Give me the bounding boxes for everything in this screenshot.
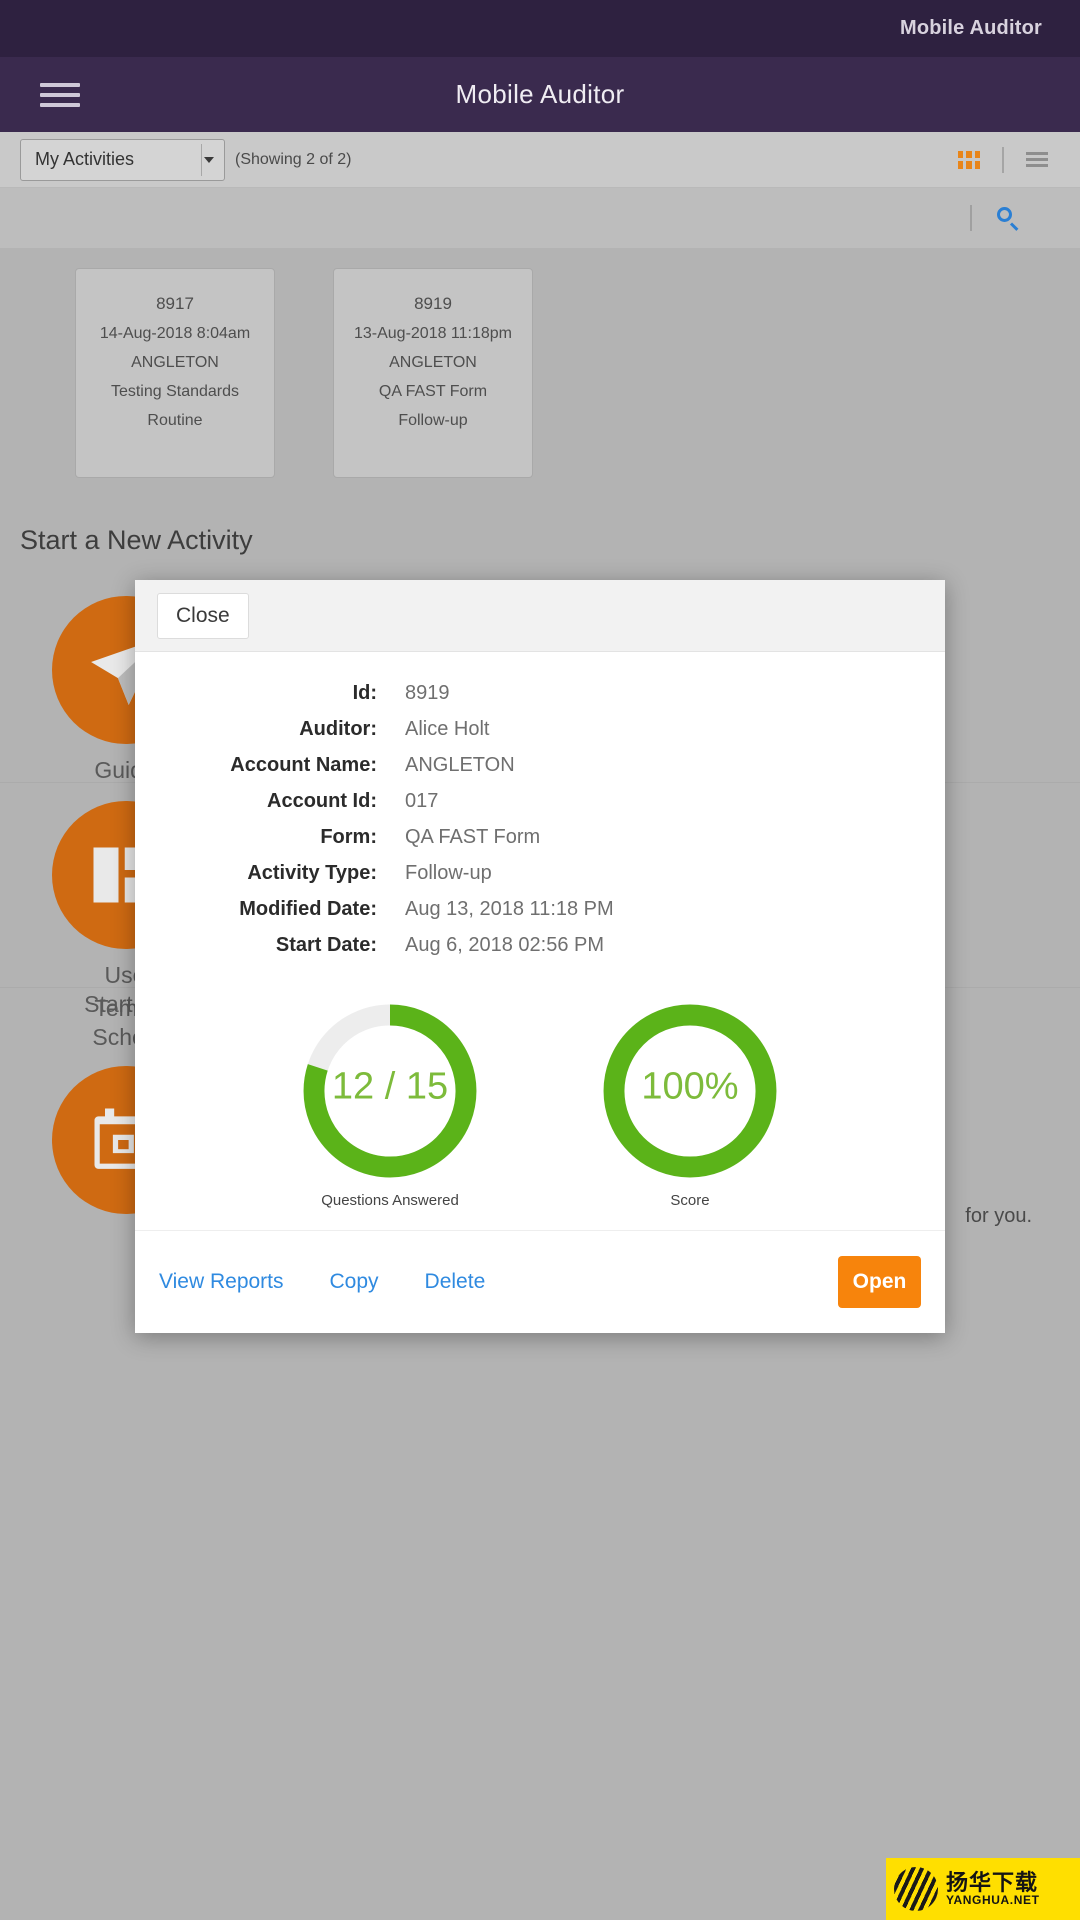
- delete-link[interactable]: Delete: [425, 1270, 486, 1294]
- donut-center-label: 100%: [641, 1066, 738, 1108]
- detail-key: Form:: [320, 826, 377, 848]
- detail-value: 017: [405, 790, 439, 812]
- view-toggle-group: [958, 146, 1048, 173]
- detail-value: ANGLETON: [405, 754, 515, 776]
- activity-type: Routine: [147, 412, 203, 429]
- select-divider: [201, 143, 202, 176]
- search-bar: [0, 188, 1080, 248]
- detail-key: Auditor:: [299, 718, 377, 740]
- chevron-down-icon: [204, 156, 214, 163]
- activity-date: 13-Aug-2018 11:18pm: [353, 325, 513, 342]
- detail-value: Alice Holt: [405, 718, 490, 740]
- detail-key: Id:: [352, 682, 377, 704]
- watermark-en: YANGHUA.NET: [946, 1893, 1040, 1908]
- app-bar: Mobile Auditor: [0, 57, 1080, 132]
- donut-caption: Score: [670, 1192, 710, 1209]
- detail-key: Start Date:: [275, 934, 377, 956]
- activity-id: 8917: [156, 294, 194, 313]
- activity-form: QA FAST Form: [378, 383, 488, 400]
- activity-id: 8919: [414, 294, 452, 313]
- activity-detail-list: Id: 8919 Auditor: Alice Holt Account Nam…: [157, 678, 945, 960]
- activities-filter-selectbox[interactable]: My Activities: [20, 138, 225, 181]
- donut-caption: Questions Answered: [321, 1192, 459, 1209]
- activities-filter-value: My Activities: [35, 149, 135, 169]
- detail-value: 8919: [405, 682, 450, 704]
- activity-detail-modal: Close Id: 8919 Auditor: Alice Holt Accou…: [135, 580, 945, 1333]
- donut-chart-questions-answered: 12 / 15 Questions Answered: [270, 996, 510, 1209]
- activity-type: Follow-up: [398, 412, 468, 429]
- donut-chart-group: 12 / 15 Questions Answered 100% Score: [135, 996, 945, 1209]
- showing-count: (Showing 2 of 2): [235, 150, 352, 168]
- section-title-new-activity: Start a New Activity: [20, 525, 253, 555]
- toolbar-divider: [1002, 146, 1004, 173]
- status-bar-title: Mobile Auditor: [899, 17, 1042, 39]
- watermark-text: 扬华下载 YANGHUA.NET: [946, 1871, 1040, 1907]
- detail-key: Account Name:: [230, 754, 377, 776]
- copy-link[interactable]: Copy: [330, 1270, 379, 1294]
- watermark-cn: 扬华下载: [946, 1870, 1039, 1896]
- filter-bar: My Activities (Showing 2 of 2): [0, 132, 1080, 188]
- search-divider: [970, 205, 972, 231]
- donut-chart-score: 100% Score: [570, 996, 810, 1209]
- modal-footer: View Reports Copy Delete Open: [135, 1230, 945, 1333]
- detail-value: Aug 6, 2018 02:56 PM: [405, 934, 605, 956]
- activity-card[interactable]: 8919 13-Aug-2018 11:18pm ANGLETON QA FAS…: [333, 268, 533, 478]
- detail-key: Modified Date:: [239, 898, 377, 920]
- view-reports-link[interactable]: View Reports: [159, 1270, 284, 1294]
- status-bar: Mobile Auditor: [0, 0, 1080, 57]
- activity-form: Testing Standards: [110, 383, 240, 400]
- activity-card-list: 8917 14-Aug-2018 8:04am ANGLETON Testing…: [0, 268, 1080, 478]
- trailing-text: for you.: [965, 1205, 1032, 1227]
- detail-value: Follow-up: [405, 862, 492, 884]
- page-title: Mobile Auditor: [455, 79, 625, 109]
- watermark: 扬华下载 YANGHUA.NET: [886, 1858, 1080, 1920]
- detail-key: Account Id:: [267, 790, 377, 812]
- open-button[interactable]: Open: [838, 1256, 921, 1308]
- detail-key: Activity Type:: [247, 862, 377, 884]
- hamburger-icon[interactable]: [40, 80, 80, 110]
- donut-center-label: 12 / 15: [332, 1066, 448, 1108]
- modal-header: Close: [135, 580, 945, 652]
- grid-view-icon[interactable]: [958, 150, 980, 169]
- activities-filter-select[interactable]: My Activities: [20, 138, 225, 181]
- detail-value: QA FAST Form: [405, 826, 541, 848]
- search-icon[interactable]: [996, 206, 1020, 231]
- activity-account: ANGLETON: [389, 354, 477, 371]
- close-button[interactable]: Close: [157, 592, 249, 639]
- activity-date: 14-Aug-2018 8:04am: [99, 325, 251, 342]
- app-root: Mobile Auditor Mobile Auditor My Activit…: [0, 0, 1080, 1920]
- donut-score-svg: 100%: [603, 1004, 777, 1178]
- list-view-icon[interactable]: [1026, 151, 1048, 168]
- globe-icon: [894, 1867, 938, 1911]
- modal-body: Id: 8919 Auditor: Alice Holt Account Nam…: [135, 652, 945, 1209]
- activity-account: ANGLETON: [131, 354, 219, 371]
- detail-value: Aug 13, 2018 11:18 PM: [405, 898, 614, 920]
- donut-questions-svg: 12 / 15: [303, 1004, 477, 1178]
- activity-card[interactable]: 8917 14-Aug-2018 8:04am ANGLETON Testing…: [75, 268, 275, 478]
